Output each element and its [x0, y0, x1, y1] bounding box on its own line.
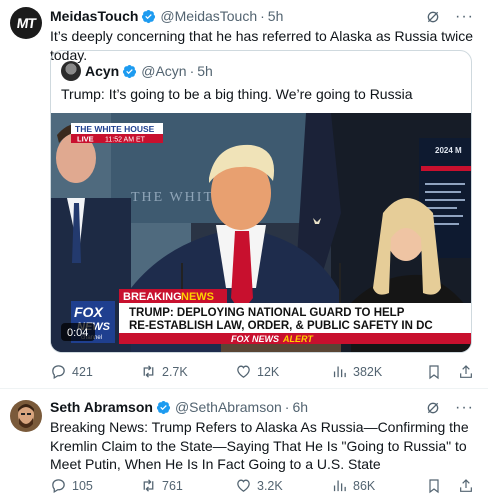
- avatar[interactable]: [10, 400, 42, 432]
- repost-count: 2.7K: [162, 364, 188, 379]
- tweet-meidastouch[interactable]: MT MeidasTouch @MeidasTouch · 5h ··· It’…: [0, 0, 488, 388]
- tweet-actions: 421 2.7K 12K 382K: [50, 363, 474, 380]
- views-chart-icon: [333, 366, 346, 378]
- fox-logo-text: FOX: [74, 304, 104, 320]
- author-name[interactable]: Seth Abramson: [50, 399, 153, 415]
- heart-icon: [237, 365, 250, 378]
- tweet-header-actions: ···: [425, 400, 474, 416]
- share-icon[interactable]: [458, 478, 474, 494]
- view-count: 382K: [353, 364, 383, 379]
- live-time: 11:52 AM ET: [105, 137, 146, 144]
- bookmark-icon[interactable]: [426, 364, 442, 380]
- views-button[interactable]: 382K: [331, 363, 382, 380]
- timestamp[interactable]: 5h: [268, 8, 284, 24]
- tweet-header: MeidasTouch @MeidasTouch · 5h: [50, 8, 283, 24]
- reply-count: 421: [72, 364, 93, 379]
- video-frame: 2024 M THE WHITE THE WHITE HOUSE LIVE 11…: [51, 113, 471, 352]
- repost-icon: [143, 479, 154, 492]
- share-icon[interactable]: [458, 364, 474, 380]
- separator-dot: ·: [189, 63, 195, 79]
- tweet-header: Seth Abramson @SethAbramson · 6h: [50, 399, 308, 415]
- headline-line-2: RE-ESTABLISH LAW, ORDER, & PUBLIC SAFETY…: [129, 320, 433, 332]
- view-count: 86K: [353, 478, 376, 493]
- fox-alert-label: FOX NEWS: [231, 334, 279, 344]
- repost-icon: [143, 365, 154, 378]
- breaking-label: BREAKING: [123, 291, 182, 303]
- reply-button[interactable]: 105: [50, 477, 140, 494]
- tweet-text: Breaking News: Trump Refers to Alaska As…: [50, 419, 469, 472]
- grok-icon[interactable]: [425, 400, 441, 416]
- tweet-end-actions: [426, 364, 474, 380]
- bookmark-icon[interactable]: [426, 478, 442, 494]
- alert-label: ALERT: [282, 334, 314, 344]
- views-chart-icon: [333, 480, 346, 492]
- quoted-text: Trump: It’s going to be a big thing. We’…: [61, 86, 413, 102]
- verified-badge-icon: [156, 400, 171, 414]
- repost-button[interactable]: 761: [140, 477, 235, 494]
- grok-icon[interactable]: [425, 9, 441, 25]
- verified-badge-icon: [123, 64, 137, 78]
- separator-dot: ·: [284, 399, 290, 415]
- news-label: NEWS: [181, 291, 214, 303]
- screen-text: 2024 M: [435, 146, 462, 155]
- author-name[interactable]: MeidasTouch: [50, 8, 138, 24]
- quoted-author-name[interactable]: Acyn: [85, 63, 119, 79]
- tweet-divider: [0, 388, 488, 389]
- heart-icon: [237, 479, 250, 492]
- tweet-header-actions: ···: [425, 9, 474, 25]
- views-button[interactable]: 86K: [331, 477, 375, 494]
- quoted-timestamp[interactable]: 5h: [197, 63, 213, 79]
- avatar-photo: [10, 400, 42, 432]
- author-handle[interactable]: @MeidasTouch: [160, 8, 257, 24]
- verified-badge-icon: [142, 9, 156, 23]
- like-count: 12K: [257, 364, 280, 379]
- like-button[interactable]: 3.2K: [235, 477, 331, 494]
- wall-text: THE WHITE: [131, 190, 225, 205]
- like-count: 3.2K: [257, 478, 283, 493]
- more-options-icon[interactable]: ···: [455, 9, 474, 25]
- quoted-header: Acyn @Acyn · 5h: [85, 63, 213, 79]
- video-player[interactable]: 2024 M THE WHITE THE WHITE HOUSE LIVE 11…: [51, 113, 471, 352]
- reply-count: 105: [72, 478, 93, 493]
- reply-button[interactable]: 421: [50, 363, 140, 380]
- headline-line-1: TRUMP: DEPLOYING NATIONAL GUARD TO HELP: [129, 307, 405, 319]
- video-duration: 0:04: [67, 327, 88, 339]
- tweet-actions: 105 761 3.2K 86K: [50, 477, 474, 494]
- quoted-author-handle[interactable]: @Acyn: [141, 63, 186, 79]
- like-button[interactable]: 12K: [235, 363, 331, 380]
- author-handle[interactable]: @SethAbramson: [175, 399, 282, 415]
- more-options-icon[interactable]: ···: [455, 400, 474, 416]
- quoted-avatar[interactable]: [61, 61, 81, 81]
- location-badge: THE WHITE HOUSE: [75, 124, 155, 134]
- live-label: LIVE: [77, 135, 94, 144]
- repost-count: 761: [162, 478, 183, 493]
- reply-icon: [52, 365, 65, 380]
- repost-button[interactable]: 2.7K: [140, 363, 235, 380]
- separator-dot: ·: [260, 8, 265, 24]
- quoted-tweet[interactable]: Acyn @Acyn · 5h Trump: It’s going to be …: [50, 50, 472, 353]
- avatar-logo-text: MT: [15, 15, 37, 31]
- tweet-end-actions: [426, 478, 474, 494]
- timestamp[interactable]: 6h: [292, 399, 308, 415]
- avatar[interactable]: MT: [10, 7, 42, 39]
- reply-icon: [52, 479, 65, 494]
